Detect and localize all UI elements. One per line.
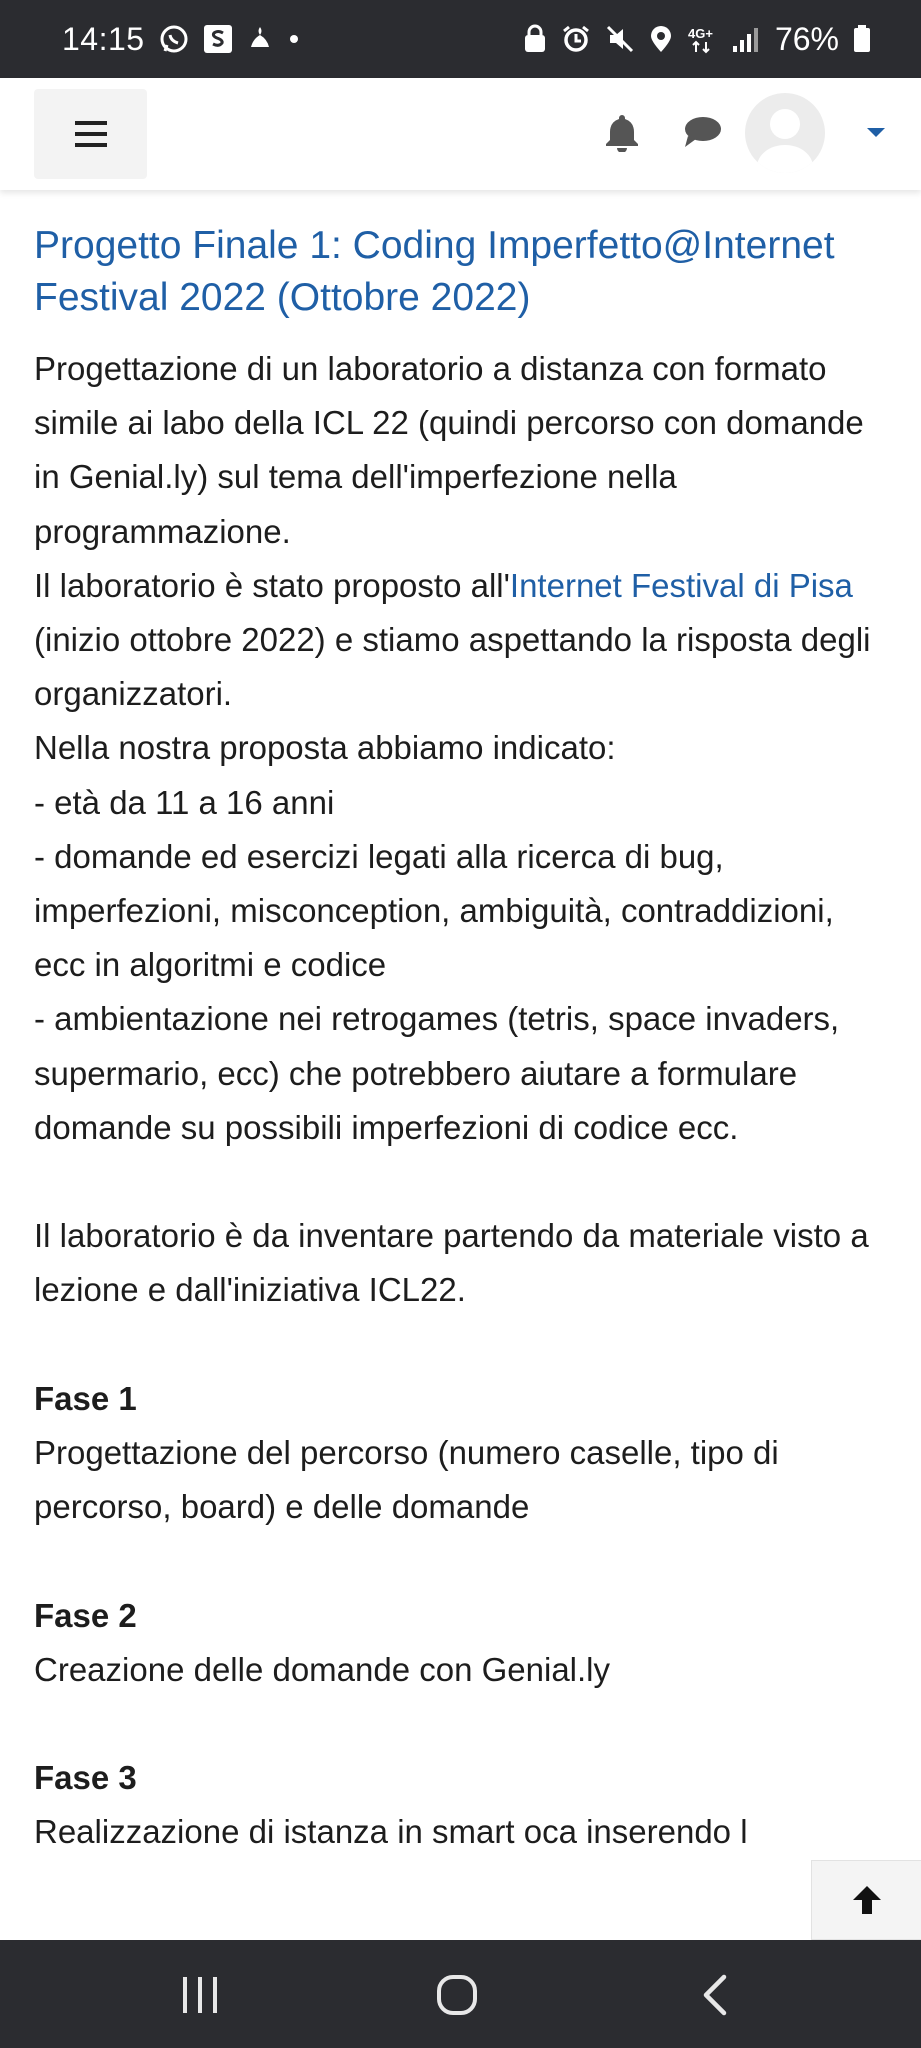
avatar[interactable] bbox=[745, 93, 825, 173]
hamburger-menu-button[interactable] bbox=[34, 89, 147, 179]
lock-icon bbox=[523, 24, 547, 54]
phase-title: Fase 2 bbox=[34, 1596, 137, 1634]
system-navigation-bar bbox=[0, 1940, 921, 2048]
user-menu-dropdown[interactable] bbox=[866, 126, 886, 144]
hamburger-icon bbox=[74, 121, 107, 147]
status-right: 4G+ 76% bbox=[523, 21, 871, 58]
recents-button[interactable] bbox=[181, 1975, 219, 2020]
back-icon bbox=[703, 1974, 727, 2016]
screen: 14:15 4G+ 76% Progetto Finale 1: Coding … bbox=[0, 0, 921, 2048]
mute-icon bbox=[605, 24, 635, 54]
user-icon bbox=[757, 109, 813, 173]
page-title: Progetto Finale 1: Coding Imperfetto@Int… bbox=[34, 224, 835, 319]
status-left: 14:15 bbox=[62, 21, 301, 58]
phase-title: Fase 1 bbox=[34, 1379, 137, 1417]
invent-paragraph: Il laboratorio è da inventare partendo d… bbox=[34, 1217, 869, 1309]
signal-icon bbox=[731, 24, 761, 54]
status-bar: 14:15 4G+ 76% bbox=[0, 0, 921, 78]
lab-paragraph: Il laboratorio è stato proposto all'Inte… bbox=[34, 559, 887, 722]
arrow-up-icon bbox=[852, 1886, 881, 1914]
main-content: Progetto Finale 1: Coding Imperfetto@Int… bbox=[0, 190, 921, 1940]
phase-text: Realizzazione di istanza in smart oca in… bbox=[34, 1813, 748, 1851]
4g-icon: 4G+ bbox=[687, 24, 717, 54]
battery-icon bbox=[853, 24, 871, 54]
phase-text: Progettazione del percorso (numero casel… bbox=[34, 1434, 779, 1526]
dot-icon bbox=[287, 32, 301, 46]
lab-text-after: (inizio ottobre 2022) e stiamo aspettand… bbox=[34, 621, 871, 713]
battery-percent: 76% bbox=[774, 20, 839, 57]
whatsapp-icon bbox=[159, 24, 189, 54]
bullet-item: - età da 11 a 16 anni bbox=[34, 783, 335, 821]
intro-paragraph: Progettazione di un laboratorio a distan… bbox=[34, 350, 864, 550]
notifications-button[interactable] bbox=[604, 112, 640, 157]
notification-icon bbox=[247, 24, 273, 54]
back-button[interactable] bbox=[700, 1974, 730, 2021]
s-app-icon bbox=[203, 24, 233, 54]
scroll-to-top-button[interactable] bbox=[811, 1860, 921, 1940]
location-icon bbox=[649, 24, 673, 54]
proposal-intro: Nella nostra proposta abbiamo indicato: bbox=[34, 729, 616, 767]
lab-text-before: Il laboratorio è stato proposto all' bbox=[34, 566, 510, 604]
home-icon bbox=[437, 1975, 477, 2015]
top-navbar bbox=[0, 78, 921, 190]
messages-button[interactable] bbox=[682, 114, 722, 155]
svg-text:4G+: 4G+ bbox=[688, 26, 713, 41]
recents-icon bbox=[183, 1977, 217, 2013]
alarm-icon bbox=[561, 24, 591, 54]
phase-title: Fase 3 bbox=[34, 1759, 137, 1797]
caret-down-icon bbox=[867, 128, 885, 137]
internet-festival-link[interactable]: Internet Festival di Pisa bbox=[510, 567, 853, 604]
chat-icon bbox=[685, 117, 721, 147]
home-button[interactable] bbox=[436, 1974, 478, 2021]
phase-text: Creazione delle domande con Genial.ly bbox=[34, 1650, 611, 1688]
bell-icon bbox=[606, 115, 638, 153]
status-time: 14:15 bbox=[62, 20, 145, 57]
bullet-item: - ambientazione nei retrogames (tetris, … bbox=[34, 1000, 840, 1146]
bullet-item: - domande ed esercizi legati alla ricerc… bbox=[34, 837, 834, 984]
